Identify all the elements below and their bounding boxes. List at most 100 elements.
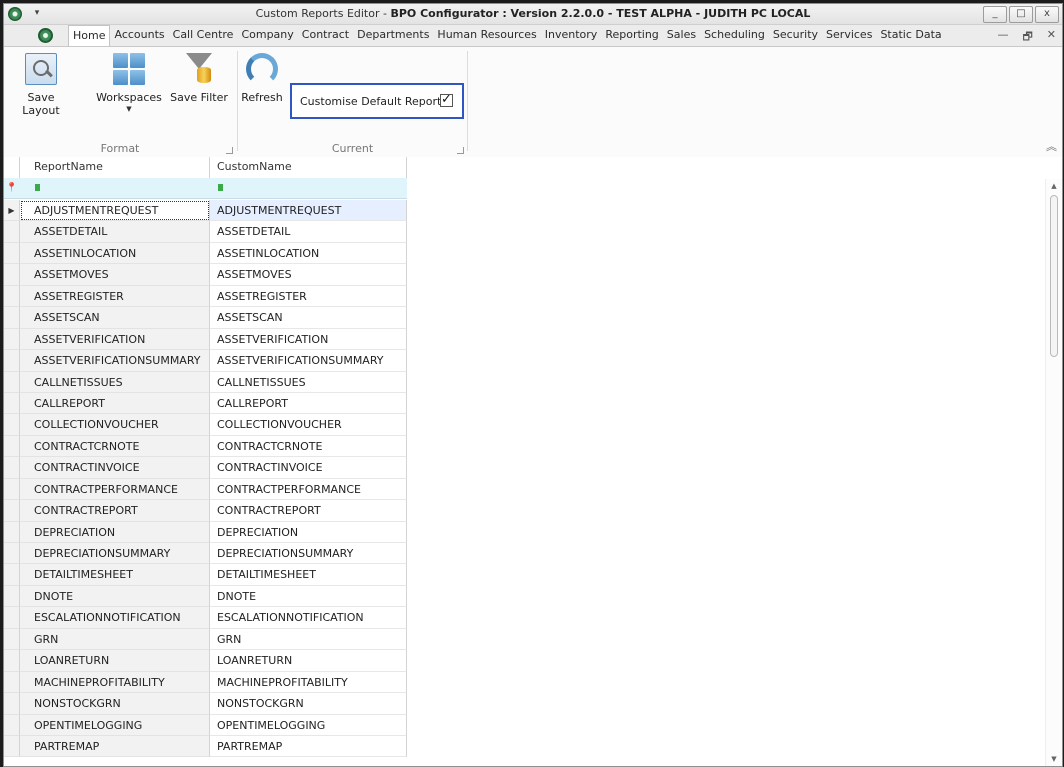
table-row[interactable]: DETAILTIMESHEET DETAILTIMESHEET <box>4 564 407 586</box>
cell-reportname[interactable]: GRN <box>20 628 210 651</box>
table-row[interactable]: ASSETMOVES ASSETMOVES <box>4 264 407 286</box>
cell-reportname[interactable]: ASSETDETAIL <box>20 221 210 243</box>
cell-reportname[interactable]: DETAILTIMESHEET <box>20 564 210 586</box>
row-indicator[interactable] <box>4 714 20 736</box>
reportname-filter-input[interactable] <box>20 178 210 198</box>
cell-customname[interactable]: CONTRACTCRNOTE <box>210 435 407 458</box>
cell-customname[interactable]: ASSETINLOCATION <box>210 242 407 265</box>
filter-condition-icon[interactable] <box>217 184 230 192</box>
table-row[interactable]: CONTRACTREPORT CONTRACTREPORT <box>4 500 407 522</box>
row-indicator[interactable] <box>4 671 20 694</box>
row-indicator[interactable] <box>4 585 20 608</box>
table-row[interactable]: ASSETDETAIL ASSETDETAIL <box>4 221 407 243</box>
cell-reportname[interactable]: CALLNETISSUES <box>20 371 210 393</box>
row-indicator[interactable] <box>4 435 20 458</box>
table-row[interactable]: ESCALATIONNOTIFICATION ESCALATIONNOTIFICA… <box>4 607 407 629</box>
tab-inventory[interactable]: Inventory <box>541 25 602 45</box>
row-indicator[interactable] <box>4 414 20 436</box>
row-indicator[interactable] <box>4 328 20 351</box>
cell-customname[interactable]: DETAILTIMESHEET <box>210 564 407 586</box>
cell-customname[interactable]: PARTREMAP <box>210 735 407 758</box>
current-group-launcher-icon[interactable] <box>457 147 464 154</box>
cell-reportname[interactable]: PARTREMAP <box>20 735 210 758</box>
row-indicator[interactable] <box>4 628 20 651</box>
cell-reportname[interactable]: ADJUSTMENTREQUEST <box>20 200 210 222</box>
row-indicator[interactable] <box>4 543 20 565</box>
cell-reportname[interactable]: ASSETREGISTER <box>20 285 210 308</box>
table-row[interactable]: NONSTOCKGRN NONSTOCKGRN <box>4 693 407 715</box>
cell-reportname[interactable]: MACHINEPROFITABILITY <box>20 671 210 694</box>
table-row[interactable]: CONTRACTPERFORMANCE CONTRACTPERFORMANCE <box>4 478 407 501</box>
cell-customname[interactable]: ASSETSCAN <box>210 307 407 329</box>
table-row[interactable]: DEPRECIATIONSUMMARY DEPRECIATIONSUMMARY <box>4 543 407 565</box>
cell-customname[interactable]: DEPRECIATION <box>210 521 407 543</box>
cell-reportname[interactable]: ASSETMOVES <box>20 264 210 286</box>
table-row[interactable]: DNOTE DNOTE <box>4 585 407 608</box>
cell-customname[interactable]: ASSETDETAIL <box>210 221 407 243</box>
minimize-button[interactable]: _ <box>983 6 1007 23</box>
row-indicator[interactable] <box>4 478 20 501</box>
row-indicator[interactable] <box>4 307 20 329</box>
column-header-reportname[interactable]: ReportName <box>20 157 210 178</box>
table-row[interactable]: ASSETVERIFICATIONSUMMARY ASSETVERIFICATIO… <box>4 350 407 372</box>
cell-reportname[interactable]: ASSETVERIFICATION <box>20 328 210 351</box>
table-row[interactable]: OPENTIMELOGGING OPENTIMELOGGING <box>4 714 407 736</box>
table-row[interactable]: LOANRETURN LOANRETURN <box>4 650 407 672</box>
cell-reportname[interactable]: DEPRECIATION <box>20 521 210 543</box>
row-indicator[interactable] <box>4 350 20 372</box>
cell-reportname[interactable]: CONTRACTINVOICE <box>20 457 210 479</box>
row-indicator[interactable] <box>4 371 20 393</box>
cell-reportname[interactable]: ASSETSCAN <box>20 307 210 329</box>
row-indicator[interactable] <box>4 500 20 522</box>
cell-customname[interactable]: ASSETVERIFICATIONSUMMARY <box>210 350 407 372</box>
tab-sales[interactable]: Sales <box>663 25 700 45</box>
save-filter-button[interactable]: Save Filter <box>168 53 230 104</box>
customise-default-reports-checkbox[interactable]: ✓ <box>440 93 453 107</box>
collapse-ribbon-icon[interactable]: ︽ <box>1046 138 1057 154</box>
tab-static-data[interactable]: Static Data <box>876 25 945 45</box>
table-row[interactable]: MACHINEPROFITABILITY MACHINEPROFITABILITY <box>4 671 407 694</box>
tab-call-centre[interactable]: Call Centre <box>169 25 238 45</box>
table-row[interactable]: CONTRACTINVOICE CONTRACTINVOICE <box>4 457 407 479</box>
cell-customname[interactable]: NONSTOCKGRN <box>210 693 407 715</box>
cell-reportname[interactable]: LOANRETURN <box>20 650 210 672</box>
row-indicator[interactable] <box>4 221 20 243</box>
tab-human-resources[interactable]: Human Resources <box>433 25 540 45</box>
scrollbar-thumb[interactable] <box>1050 195 1058 357</box>
tab-scheduling[interactable]: Scheduling <box>700 25 769 45</box>
cell-customname[interactable]: DNOTE <box>210 585 407 608</box>
row-indicator[interactable] <box>4 457 20 479</box>
row-indicator[interactable] <box>4 392 20 415</box>
cell-reportname[interactable]: CONTRACTREPORT <box>20 500 210 522</box>
format-group-launcher-icon[interactable] <box>226 147 233 154</box>
row-indicator[interactable] <box>4 607 20 629</box>
cell-reportname[interactable]: ESCALATIONNOTIFICATION <box>20 607 210 629</box>
cell-customname[interactable]: ADJUSTMENTREQUEST <box>210 200 407 222</box>
scroll-down-icon[interactable]: ▼ <box>1046 755 1062 763</box>
application-menu-button[interactable] <box>26 25 64 46</box>
cell-customname[interactable]: OPENTIMELOGGING <box>210 714 407 736</box>
cell-customname[interactable]: MACHINEPROFITABILITY <box>210 671 407 694</box>
cell-customname[interactable]: COLLECTIONVOUCHER <box>210 414 407 436</box>
tab-reporting[interactable]: Reporting <box>601 25 662 45</box>
customise-default-reports-toggle[interactable]: Customise Default Reports ✓ <box>290 83 464 119</box>
cell-reportname[interactable]: OPENTIMELOGGING <box>20 714 210 736</box>
table-row[interactable]: CONTRACTCRNOTE CONTRACTCRNOTE <box>4 435 407 458</box>
table-row[interactable]: ASSETINLOCATION ASSETINLOCATION <box>4 242 407 265</box>
tab-departments[interactable]: Departments <box>353 25 433 45</box>
filter-condition-icon[interactable] <box>34 184 47 192</box>
cell-customname[interactable]: ASSETVERIFICATION <box>210 328 407 351</box>
row-indicator[interactable] <box>4 735 20 758</box>
mdi-close-button[interactable]: ✕ <box>1047 28 1056 47</box>
cell-customname[interactable]: ASSETREGISTER <box>210 285 407 308</box>
table-row[interactable]: CALLNETISSUES CALLNETISSUES <box>4 371 407 393</box>
cell-customname[interactable]: CONTRACTPERFORMANCE <box>210 478 407 501</box>
row-indicator[interactable] <box>4 693 20 715</box>
row-indicator[interactable] <box>4 242 20 265</box>
cell-reportname[interactable]: CONTRACTCRNOTE <box>20 435 210 458</box>
table-row[interactable]: DEPRECIATION DEPRECIATION <box>4 521 407 543</box>
save-layout-button[interactable]: Save Layout <box>10 53 72 117</box>
table-row[interactable]: COLLECTIONVOUCHER COLLECTIONVOUCHER <box>4 414 407 436</box>
refresh-button[interactable]: Refresh <box>238 53 286 104</box>
tab-services[interactable]: Services <box>822 25 876 45</box>
